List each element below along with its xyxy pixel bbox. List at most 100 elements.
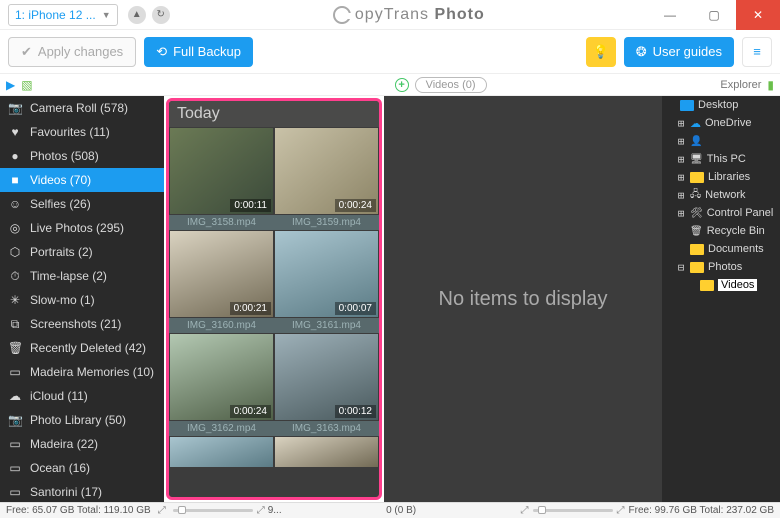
node-icon: 🖧 xyxy=(690,187,701,204)
folder-icon xyxy=(690,244,704,255)
empty-message: No items to display xyxy=(439,288,608,311)
video-thumbnail[interactable]: 0:00:21 xyxy=(170,231,273,317)
sidebar-item-11[interactable]: ▭Madeira Memories (10) xyxy=(0,360,164,384)
sidebar-item-label: Portraits (2) xyxy=(30,245,93,259)
expand-toggle[interactable]: ⊞ xyxy=(676,117,686,130)
sidebar-item-icon: ⧉ xyxy=(8,317,22,332)
expand-left2-icon[interactable]: ⤢ xyxy=(257,505,265,516)
cloud-icon: ☁ xyxy=(690,117,701,130)
node-label: This PC xyxy=(707,153,746,165)
sidebar-item-0[interactable]: 📷Camera Roll (578) xyxy=(0,96,164,120)
expand-toggle[interactable]: ⊟ xyxy=(676,261,686,274)
expand-right-icon[interactable]: ⤢ xyxy=(521,505,529,516)
hamburger-menu-button[interactable]: ≡ xyxy=(742,37,772,67)
sidebar-item-12[interactable]: ☁iCloud (11) xyxy=(0,384,164,408)
add-button[interactable]: + xyxy=(395,78,409,92)
title-bar: 1: iPhone 12 ... ▼ ▲ ↻ opyTrans Photo — … xyxy=(0,0,780,30)
sidebar-item-label: Videos (70) xyxy=(30,173,91,187)
video-thumbnail[interactable] xyxy=(275,437,378,467)
node-label: Network xyxy=(705,189,745,201)
user-guides-button[interactable]: ❂ User guides xyxy=(624,37,734,67)
explorer-node[interactable]: ⊟Photos xyxy=(662,258,780,276)
explorer-node[interactable]: ⊞🛠Control Panel xyxy=(662,204,780,222)
expand-toggle[interactable]: ⊞ xyxy=(676,207,686,220)
sidebar-item-icon: 📷 xyxy=(8,413,22,427)
destination-pill[interactable]: Videos (0) xyxy=(415,77,487,93)
expand-left-icon[interactable]: ⤢ xyxy=(155,505,169,516)
sidebar-item-label: Selfies (26) xyxy=(30,197,91,211)
explorer-node[interactable]: ⊞ 🖧 Network xyxy=(662,186,780,204)
expand-toggle[interactable]: ⊞ xyxy=(676,189,686,202)
explorer-node[interactable]: Desktop xyxy=(662,96,780,114)
folder-icon xyxy=(700,280,714,291)
explorer-node[interactable]: ⊞Libraries xyxy=(662,168,780,186)
explorer-node[interactable]: ⊞🖥This PC xyxy=(662,150,780,168)
sidebar-item-3[interactable]: ■Videos (70) xyxy=(0,168,164,192)
sidebar-item-label: Santorini (17) xyxy=(30,485,102,499)
expand-right2-icon[interactable]: ⤢ xyxy=(617,505,625,516)
lifebuoy-icon: ❂ xyxy=(636,44,647,60)
eject-button[interactable]: ▲ xyxy=(128,6,146,24)
minimize-button[interactable]: — xyxy=(648,0,692,30)
sidebar-item-label: Camera Roll (578) xyxy=(30,101,128,115)
video-duration: 0:00:07 xyxy=(335,302,376,315)
node-label: Videos xyxy=(718,279,757,291)
expand-toggle[interactable]: ⊞ xyxy=(676,153,686,166)
zoom-slider-right[interactable] xyxy=(533,509,613,512)
menu-icon: ≡ xyxy=(753,44,761,59)
explorer-node[interactable]: Documents xyxy=(662,240,780,258)
folder-icon[interactable]: ▮ xyxy=(767,78,774,92)
expand-toggle[interactable]: ⊞ xyxy=(676,171,686,184)
expand-toggle[interactable] xyxy=(676,243,686,256)
video-thumbnail[interactable]: 0:00:07 xyxy=(275,231,378,317)
drop-target-panel[interactable]: No items to display xyxy=(384,96,662,502)
sidebar-item-4[interactable]: ☺ Selfies (26) xyxy=(0,192,164,216)
expand-toggle[interactable] xyxy=(686,279,696,292)
selection-count: 9... xyxy=(268,505,282,516)
sidebar-item-15[interactable]: ▭Ocean (16) xyxy=(0,456,164,480)
sidebar-item-14[interactable]: ▭Madeira (22) xyxy=(0,432,164,456)
sidebar-item-16[interactable]: ▭Santorini (17) xyxy=(0,480,164,502)
video-thumbnail[interactable]: 0:00:12 xyxy=(275,334,378,420)
close-button[interactable]: ✕ xyxy=(736,0,780,30)
zoom-slider-left[interactable] xyxy=(173,509,253,512)
play-icon[interactable]: ▶ xyxy=(6,78,15,92)
sidebar-item-label: Photos (508) xyxy=(30,149,99,163)
explorer-node[interactable]: ⊞👤 xyxy=(662,132,780,150)
status-bar: Free: 65.07 GB Total: 119.10 GB ⤢ ⤢ 9...… xyxy=(0,502,780,518)
sidebar-item-2[interactable]: ● Photos (508) xyxy=(0,144,164,168)
maximize-button[interactable]: ▢ xyxy=(692,0,736,30)
video-thumbnail[interactable] xyxy=(170,437,273,467)
video-thumbnail[interactable]: 0:00:11 xyxy=(170,128,273,214)
video-filename: IMG_3161.mp4 xyxy=(274,318,379,333)
tips-button[interactable]: 💡 xyxy=(586,37,616,67)
expand-toggle[interactable]: ⊞ xyxy=(676,135,686,148)
expand-toggle[interactable] xyxy=(666,99,676,112)
video-thumbnail[interactable]: 0:00:24 xyxy=(275,128,378,214)
sidebar-item-8[interactable]: ✳Slow-mo (1) xyxy=(0,288,164,312)
chevron-down-icon: ▼ xyxy=(102,10,111,20)
full-backup-button[interactable]: ⟲ Full Backup xyxy=(144,37,253,67)
sidebar-item-icon: ☺ xyxy=(8,197,22,211)
apply-changes-button[interactable]: ✔ Apply changes xyxy=(8,37,136,67)
expand-toggle[interactable] xyxy=(676,225,686,238)
picture-icon[interactable]: ▧ xyxy=(21,78,32,92)
sidebar-item-1[interactable]: ♥Favourites (11) xyxy=(0,120,164,144)
sidebar-item-label: Slow-mo (1) xyxy=(30,293,95,307)
explorer-node[interactable]: Videos xyxy=(662,276,780,294)
video-thumbnail[interactable]: 0:00:24 xyxy=(170,334,273,420)
sidebar-item-icon: ● xyxy=(8,149,22,163)
explorer-node[interactable]: 🗑Recycle Bin xyxy=(662,222,780,240)
device-selector[interactable]: 1: iPhone 12 ... ▼ xyxy=(8,4,118,26)
sidebar-item-9[interactable]: ⧉Screenshots (21) xyxy=(0,312,164,336)
refresh-button[interactable]: ↻ xyxy=(152,6,170,24)
sidebar-item-10[interactable]: 🗑Recently Deleted (42) xyxy=(0,336,164,360)
video-filename: IMG_3162.mp4 xyxy=(169,421,274,436)
explorer-node[interactable]: ⊞☁OneDrive xyxy=(662,114,780,132)
sidebar-item-13[interactable]: 📷 Photo Library (50) xyxy=(0,408,164,432)
grid-body[interactable]: 0:00:110:00:24IMG_3158.mp4IMG_3159.mp40:… xyxy=(169,127,379,495)
sidebar-item-7[interactable]: ⏱Time-lapse (2) xyxy=(0,264,164,288)
sidebar-item-label: Photo Library (50) xyxy=(30,413,126,427)
sidebar-item-5[interactable]: ◎Live Photos (295) xyxy=(0,216,164,240)
sidebar-item-6[interactable]: ⬡Portraits (2) xyxy=(0,240,164,264)
